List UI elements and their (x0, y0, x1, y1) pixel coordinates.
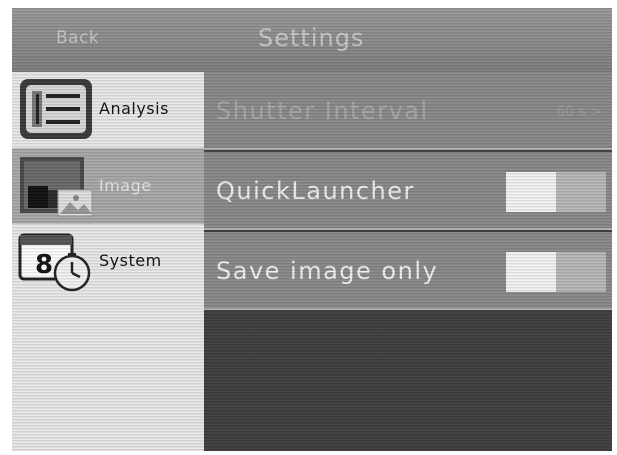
page-title: Settings (258, 24, 365, 52)
setting-label: QuickLauncher (216, 177, 415, 205)
quicklauncher-toggle[interactable] (506, 172, 606, 212)
system-clock-icon: 8 (18, 229, 94, 293)
sidebar-item-label: System (99, 251, 162, 270)
sidebar: Analysis Image 8 System (12, 72, 204, 451)
image-icon (18, 154, 94, 218)
setting-row-save-image-only: Save image only (204, 232, 612, 310)
toggle-knob (506, 252, 556, 292)
settings-list: Shutter Interval 60 s > QuickLauncher Sa… (204, 72, 612, 451)
setting-label: Shutter Interval (216, 97, 429, 125)
sidebar-item-analysis[interactable]: Analysis (12, 72, 204, 146)
sidebar-item-image[interactable]: Image (12, 148, 204, 224)
calendar-digit: 8 (35, 250, 53, 280)
setting-row-quicklauncher: QuickLauncher (204, 152, 612, 230)
device-screen: Back Settings Analysis Image 8 System Sh… (12, 8, 612, 451)
header-bar: Back Settings (12, 8, 612, 72)
setting-label: Save image only (216, 257, 439, 285)
back-button[interactable]: Back (56, 28, 99, 48)
analysis-list-icon (18, 77, 94, 141)
sidebar-item-label: Analysis (99, 99, 169, 118)
sidebar-item-system[interactable]: 8 System (12, 224, 204, 298)
setting-row-shutter-interval[interactable]: Shutter Interval 60 s > (204, 72, 612, 150)
toggle-knob (506, 172, 556, 212)
shutter-interval-value[interactable]: 60 s > (556, 104, 602, 120)
sidebar-item-label: Image (99, 176, 152, 195)
save-image-only-toggle[interactable] (506, 252, 606, 292)
